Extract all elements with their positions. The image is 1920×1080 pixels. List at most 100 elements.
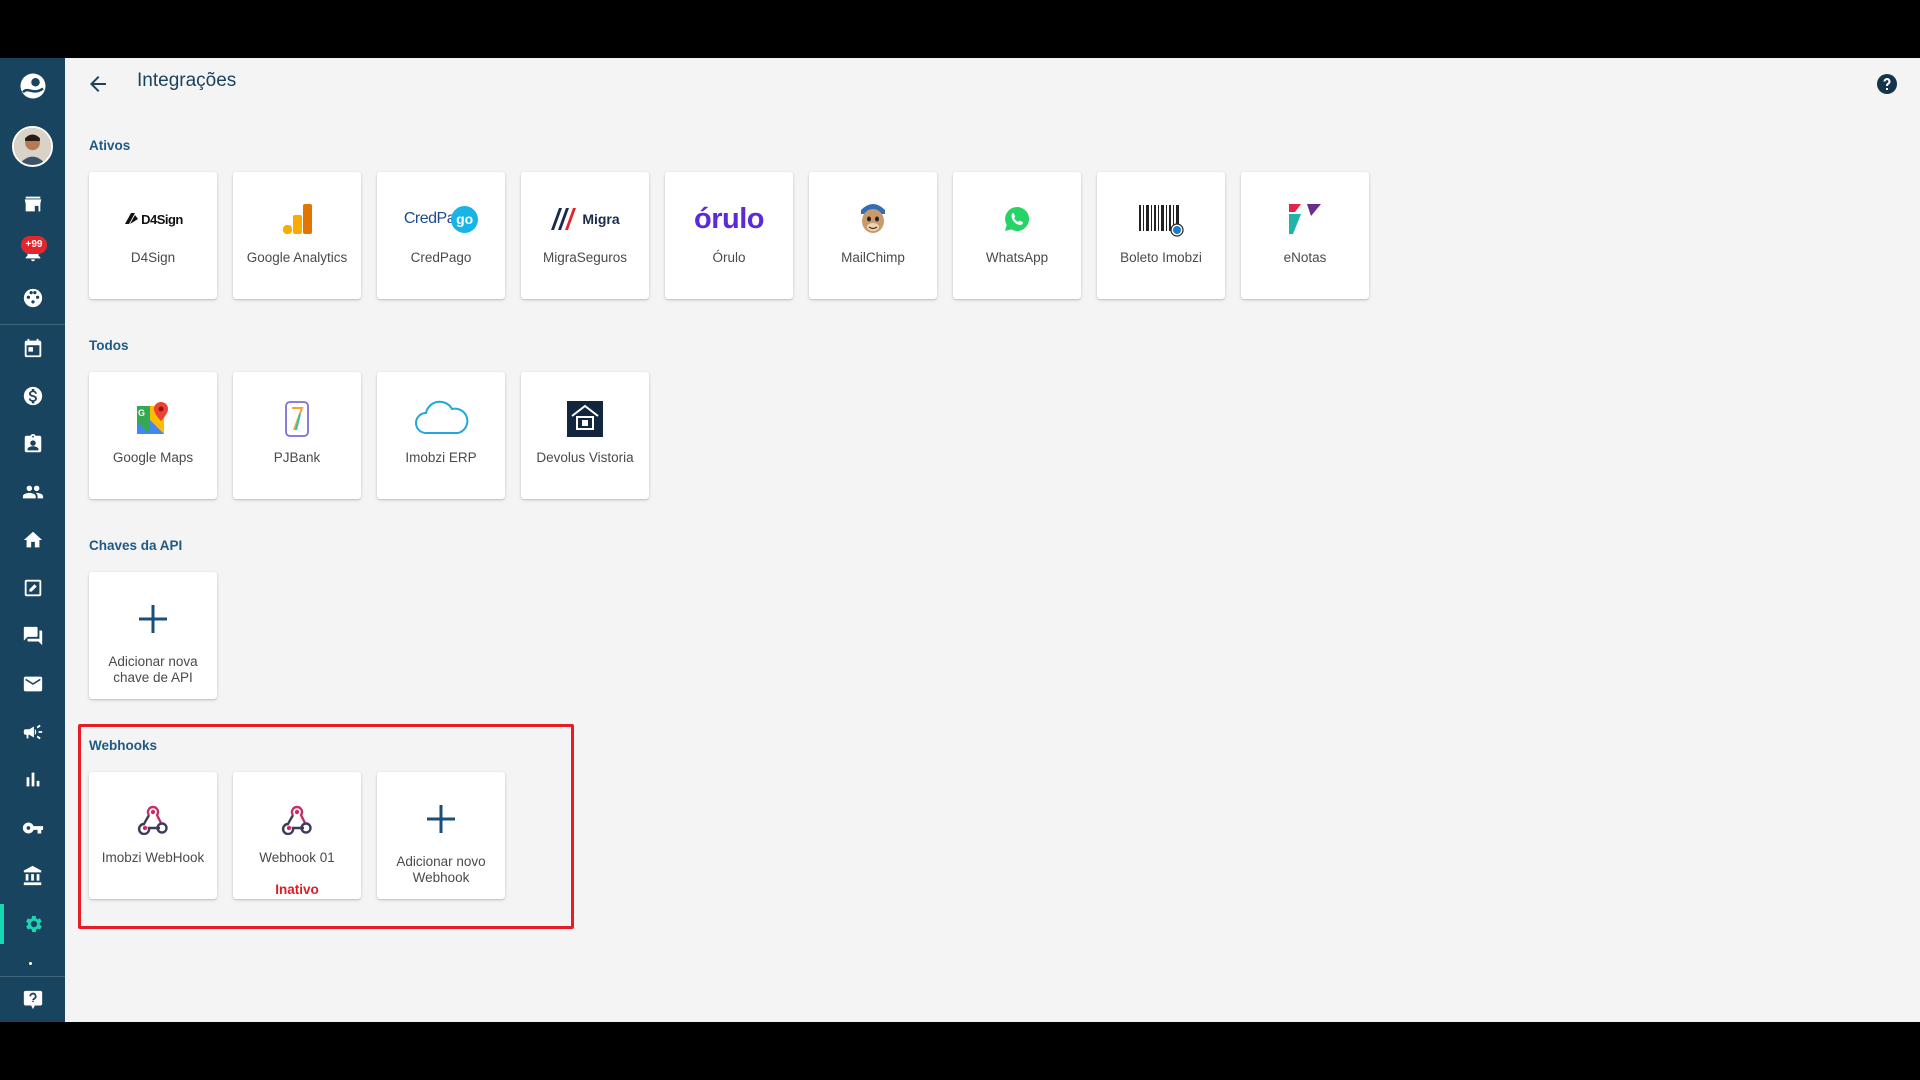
sidebar-logo[interactable] [0,64,65,108]
integration-label: CredPago [410,250,472,265]
integration-label: D4Sign [130,250,176,265]
sidebar-item-contracts[interactable] [0,422,65,466]
integration-label: eNotas [1283,250,1327,265]
integration-label: Imobzi ERP [405,450,477,465]
mailchimp-logo [809,196,937,242]
integration-card-devolus-vistoria[interactable]: Devolus Vistoria [521,372,649,499]
key-icon [22,822,43,834]
integration-card-pjbank[interactable]: PJBank [233,372,361,499]
avatar[interactable] [12,126,53,167]
add-api-key-label: Adicionar nova chave de API [108,654,198,685]
people-icon [22,485,43,499]
integration-card-d4sign[interactable]: D4Sign D4Sign [89,172,217,299]
edit-note-icon [24,579,41,597]
google-maps-icon: G [137,402,168,434]
integration-label: MailChimp [841,250,905,265]
store-icon [24,196,41,212]
sidebar-item-store[interactable] [0,182,65,226]
pjbank-logo [233,396,361,442]
app-window: +99 Integrações Ativos D4Sign D4Sign Goo… [0,58,1920,1022]
integration-card-migraseguros[interactable]: Migra MigraSeguros [521,172,649,299]
page-title: Integrações [137,70,237,91]
sidebar-item-marketing[interactable] [0,710,65,754]
add-api-key-logo [89,596,217,642]
sidebar-item-contacts[interactable] [0,470,65,514]
imobzi-logo-icon [20,73,45,99]
bar-chart-icon [26,772,39,787]
mail-icon [23,676,42,692]
plus-icon [427,805,455,833]
notifications-badge: +99 [21,236,47,254]
devolus-icon [567,401,603,437]
integration-label: Webhook 01 [259,850,335,865]
pjbank-icon [285,401,309,437]
section-title-webhooks: Webhooks [89,738,158,753]
credpago-logo: CredPa go [377,196,505,242]
sidebar-item-tasks[interactable] [0,566,65,610]
megaphone-icon [23,724,42,740]
sidebar-scroll-indicator [29,962,32,965]
user-avatar-icon [14,128,51,165]
integration-card-imobzi-erp[interactable]: Imobzi ERP [377,372,505,499]
integration-label: MigraSeguros [542,250,628,265]
dollar-icon [23,386,42,406]
credpago-logo-badge: go [451,205,479,233]
sidebar-item-finance[interactable] [0,374,65,418]
status-badge: Inativo [275,882,319,897]
section-title-all: Todos [89,338,129,353]
section-title-active: Ativos [89,138,131,153]
integration-label: Boleto Imobzi [1120,250,1202,265]
integration-label: WhatsApp [985,250,1049,265]
orulo-logo: órulo [665,196,793,242]
integration-card-orulo[interactable]: órulo Órulo [665,172,793,299]
sidebar-item-bank[interactable] [0,854,65,898]
sidebar-item-reports[interactable] [0,758,65,802]
boleto-logo [1097,196,1225,242]
sidebar-divider [0,324,65,325]
webhook-card-imobzi[interactable]: Imobzi WebHook [89,772,217,899]
webhook-logo [89,796,217,842]
integration-label: Imobzi WebHook [101,850,205,865]
google-maps-logo: G [89,396,217,442]
google-analytics-logo [233,196,361,242]
integration-label: Google Analytics [246,250,348,265]
calendar-icon [24,338,41,358]
integration-card-boleto-imobzi[interactable]: Boleto Imobzi [1097,172,1225,299]
integration-card-whatsapp[interactable]: WhatsApp [953,172,1081,299]
integration-card-mailchimp[interactable]: MailChimp [809,172,937,299]
integration-card-google-analytics[interactable]: Google Analytics [233,172,361,299]
migra-logo-icon [551,208,577,230]
whatsapp-logo [953,196,1081,242]
mailchimp-icon [861,204,885,233]
section-title-api-keys: Chaves da API [89,538,183,553]
webhook-icon [281,805,312,835]
sidebar-item-keys[interactable] [0,806,65,850]
gear-icon [25,915,42,933]
sidebar-item-help[interactable] [0,978,65,1022]
d4sign-logo: D4Sign [89,196,217,242]
cloud-icon [415,400,469,434]
add-api-key-button[interactable]: Adicionar nova chave de API [89,572,217,699]
help-icon[interactable] [1875,72,1899,96]
integration-card-google-maps[interactable]: G Google Maps [89,372,217,499]
sidebar-item-settings[interactable] [0,902,65,946]
integration-card-credpago[interactable]: CredPa go CredPago [377,172,505,299]
add-webhook-button[interactable]: Adicionar novo Webhook [377,772,505,899]
sidebar-item-calendar[interactable] [0,326,65,370]
sidebar-item-properties[interactable] [0,518,65,562]
sidebar-item-chat[interactable] [0,614,65,658]
help-square-icon [23,990,42,1010]
d4sign-logo-text: D4Sign [141,211,183,227]
webhook-card-webhook-01[interactable]: Webhook 01 Inativo [233,772,361,899]
home-icon [23,531,42,548]
imobzi-erp-logo [377,396,505,442]
integration-label: PJBank [273,450,321,465]
back-arrow-icon[interactable] [86,72,110,96]
palette-icon [23,288,42,308]
orulo-logo-text: órulo [694,202,765,235]
sidebar-item-email[interactable] [0,662,65,706]
add-webhook-logo [377,796,505,842]
badge-icon [24,433,41,453]
sidebar-item-dashboard[interactable] [0,276,65,320]
integration-card-enotas[interactable]: eNotas [1241,172,1369,299]
